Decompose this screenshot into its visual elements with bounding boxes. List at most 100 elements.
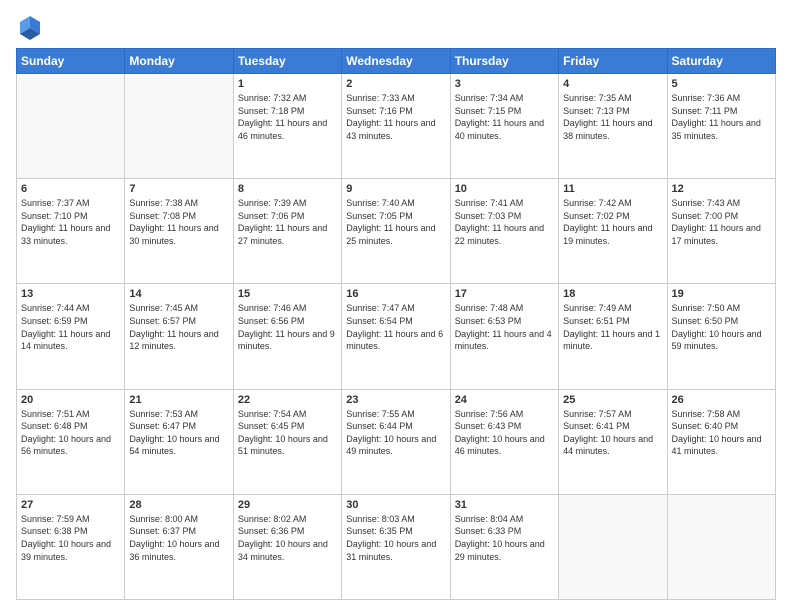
calendar-cell: 4Sunrise: 7:35 AM Sunset: 7:13 PM Daylig… — [559, 74, 667, 179]
calendar-cell: 17 Sunrise: 7:48 AM Sunset: 6:53 PM Dayli… — [450, 284, 558, 389]
calendar-cell: 20 Sunrise: 7:51 AM Sunset: 6:48 PM Dayli… — [17, 389, 125, 494]
day-info: Sunrise: 7:35 AM Sunset: 7:13 PM Dayligh… — [563, 92, 662, 142]
day-info: Sunrise: 7:32 AM Sunset: 7:18 PM Dayligh… — [238, 92, 337, 142]
week-row-1: 1Sunrise: 7:32 AM Sunset: 7:18 PM Daylig… — [17, 74, 776, 179]
day-number: 29 — [238, 499, 337, 511]
day-number: 14 — [129, 288, 228, 300]
day-info: Sunrise: 7:49 AM Sunset: 6:51 PM Dayligh… — [563, 302, 662, 352]
calendar-cell: 30 Sunrise: 8:03 AM Sunset: 6:35 PM Dayli… — [342, 494, 450, 599]
day-number: 3 — [455, 78, 554, 90]
col-tuesday: Tuesday — [233, 49, 341, 74]
day-info: Sunrise: 7:45 AM Sunset: 6:57 PM Dayligh… — [129, 302, 228, 352]
calendar-cell: 27 Sunrise: 7:59 AM Sunset: 6:38 PM Dayli… — [17, 494, 125, 599]
calendar-cell: 31 Sunrise: 8:04 AM Sunset: 6:33 PM Dayli… — [450, 494, 558, 599]
day-info: Sunrise: 7:41 AM Sunset: 7:03 PM Dayligh… — [455, 197, 554, 247]
header — [16, 12, 776, 40]
calendar-cell — [667, 494, 775, 599]
day-info: Sunrise: 7:46 AM Sunset: 6:56 PM Dayligh… — [238, 302, 337, 352]
day-number: 13 — [21, 288, 120, 300]
day-info: Sunrise: 7:53 AM Sunset: 6:47 PM Dayligh… — [129, 408, 228, 458]
day-info: Sunrise: 8:03 AM Sunset: 6:35 PM Dayligh… — [346, 513, 445, 563]
col-sunday: Sunday — [17, 49, 125, 74]
logo — [16, 12, 48, 40]
calendar-cell: 13 Sunrise: 7:44 AM Sunset: 6:59 PM Dayli… — [17, 284, 125, 389]
day-number: 20 — [21, 394, 120, 406]
day-info: Sunrise: 7:57 AM Sunset: 6:41 PM Dayligh… — [563, 408, 662, 458]
calendar-cell — [17, 74, 125, 179]
calendar-cell: 1Sunrise: 7:32 AM Sunset: 7:18 PM Daylig… — [233, 74, 341, 179]
day-info: Sunrise: 7:55 AM Sunset: 6:44 PM Dayligh… — [346, 408, 445, 458]
day-number: 5 — [672, 78, 771, 90]
calendar-cell — [559, 494, 667, 599]
calendar-cell: 26 Sunrise: 7:58 AM Sunset: 6:40 PM Dayli… — [667, 389, 775, 494]
day-number: 22 — [238, 394, 337, 406]
calendar-cell: 24 Sunrise: 7:56 AM Sunset: 6:43 PM Dayli… — [450, 389, 558, 494]
week-row-4: 20 Sunrise: 7:51 AM Sunset: 6:48 PM Dayli… — [17, 389, 776, 494]
day-number: 24 — [455, 394, 554, 406]
day-info: Sunrise: 7:39 AM Sunset: 7:06 PM Dayligh… — [238, 197, 337, 247]
day-info: Sunrise: 7:33 AM Sunset: 7:16 PM Dayligh… — [346, 92, 445, 142]
week-row-2: 6Sunrise: 7:37 AM Sunset: 7:10 PM Daylig… — [17, 179, 776, 284]
day-info: Sunrise: 7:50 AM Sunset: 6:50 PM Dayligh… — [672, 302, 771, 352]
day-number: 31 — [455, 499, 554, 511]
day-info: Sunrise: 7:38 AM Sunset: 7:08 PM Dayligh… — [129, 197, 228, 247]
day-number: 7 — [129, 183, 228, 195]
calendar-cell: 29 Sunrise: 8:02 AM Sunset: 6:36 PM Dayli… — [233, 494, 341, 599]
day-info: Sunrise: 7:48 AM Sunset: 6:53 PM Dayligh… — [455, 302, 554, 352]
day-info: Sunrise: 7:47 AM Sunset: 6:54 PM Dayligh… — [346, 302, 445, 352]
calendar-cell: 8 Sunrise: 7:39 AM Sunset: 7:06 PM Daylig… — [233, 179, 341, 284]
calendar-cell: 14 Sunrise: 7:45 AM Sunset: 6:57 PM Dayli… — [125, 284, 233, 389]
day-number: 17 — [455, 288, 554, 300]
day-number: 30 — [346, 499, 445, 511]
day-number: 10 — [455, 183, 554, 195]
day-info: Sunrise: 7:44 AM Sunset: 6:59 PM Dayligh… — [21, 302, 120, 352]
day-info: Sunrise: 7:37 AM Sunset: 7:10 PM Dayligh… — [21, 197, 120, 247]
day-number: 8 — [238, 183, 337, 195]
day-number: 18 — [563, 288, 662, 300]
col-friday: Friday — [559, 49, 667, 74]
calendar-cell: 9 Sunrise: 7:40 AM Sunset: 7:05 PM Daylig… — [342, 179, 450, 284]
page: Sunday Monday Tuesday Wednesday Thursday… — [0, 0, 792, 612]
day-number: 11 — [563, 183, 662, 195]
calendar-cell: 19Sunrise: 7:50 AM Sunset: 6:50 PM Dayli… — [667, 284, 775, 389]
day-info: Sunrise: 7:40 AM Sunset: 7:05 PM Dayligh… — [346, 197, 445, 247]
day-info: Sunrise: 7:54 AM Sunset: 6:45 PM Dayligh… — [238, 408, 337, 458]
day-number: 15 — [238, 288, 337, 300]
calendar-cell: 28 Sunrise: 8:00 AM Sunset: 6:37 PM Dayli… — [125, 494, 233, 599]
week-row-5: 27 Sunrise: 7:59 AM Sunset: 6:38 PM Dayli… — [17, 494, 776, 599]
day-info: Sunrise: 7:59 AM Sunset: 6:38 PM Dayligh… — [21, 513, 120, 563]
col-wednesday: Wednesday — [342, 49, 450, 74]
day-info: Sunrise: 7:43 AM Sunset: 7:00 PM Dayligh… — [672, 197, 771, 247]
calendar-cell: 5 Sunrise: 7:36 AM Sunset: 7:11 PM Daylig… — [667, 74, 775, 179]
calendar-cell: 11Sunrise: 7:42 AM Sunset: 7:02 PM Dayli… — [559, 179, 667, 284]
calendar-cell — [125, 74, 233, 179]
calendar-cell: 16 Sunrise: 7:47 AM Sunset: 6:54 PM Dayli… — [342, 284, 450, 389]
day-info: Sunrise: 7:34 AM Sunset: 7:15 PM Dayligh… — [455, 92, 554, 142]
day-number: 21 — [129, 394, 228, 406]
header-row: Sunday Monday Tuesday Wednesday Thursday… — [17, 49, 776, 74]
calendar-cell: 6Sunrise: 7:37 AM Sunset: 7:10 PM Daylig… — [17, 179, 125, 284]
col-saturday: Saturday — [667, 49, 775, 74]
day-number: 28 — [129, 499, 228, 511]
calendar-cell: 21 Sunrise: 7:53 AM Sunset: 6:47 PM Dayli… — [125, 389, 233, 494]
calendar-table: Sunday Monday Tuesday Wednesday Thursday… — [16, 48, 776, 600]
day-info: Sunrise: 7:58 AM Sunset: 6:40 PM Dayligh… — [672, 408, 771, 458]
calendar-cell: 2Sunrise: 7:33 AM Sunset: 7:16 PM Daylig… — [342, 74, 450, 179]
day-number: 23 — [346, 394, 445, 406]
day-info: Sunrise: 7:36 AM Sunset: 7:11 PM Dayligh… — [672, 92, 771, 142]
calendar-cell: 23 Sunrise: 7:55 AM Sunset: 6:44 PM Dayli… — [342, 389, 450, 494]
day-info: Sunrise: 8:00 AM Sunset: 6:37 PM Dayligh… — [129, 513, 228, 563]
col-thursday: Thursday — [450, 49, 558, 74]
calendar-cell: 7 Sunrise: 7:38 AM Sunset: 7:08 PM Daylig… — [125, 179, 233, 284]
day-info: Sunrise: 8:02 AM Sunset: 6:36 PM Dayligh… — [238, 513, 337, 563]
day-info: Sunrise: 7:51 AM Sunset: 6:48 PM Dayligh… — [21, 408, 120, 458]
day-number: 27 — [21, 499, 120, 511]
day-info: Sunrise: 7:56 AM Sunset: 6:43 PM Dayligh… — [455, 408, 554, 458]
day-info: Sunrise: 8:04 AM Sunset: 6:33 PM Dayligh… — [455, 513, 554, 563]
day-number: 25 — [563, 394, 662, 406]
day-number: 16 — [346, 288, 445, 300]
calendar-cell: 18 Sunrise: 7:49 AM Sunset: 6:51 PM Dayli… — [559, 284, 667, 389]
day-number: 9 — [346, 183, 445, 195]
logo-icon — [16, 12, 44, 40]
day-number: 26 — [672, 394, 771, 406]
